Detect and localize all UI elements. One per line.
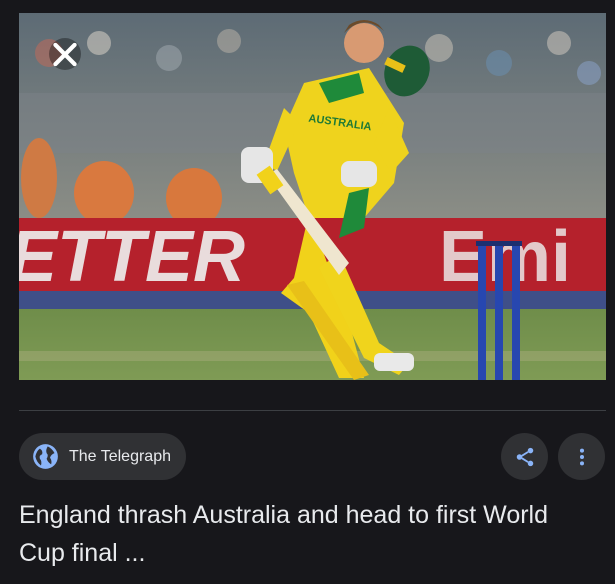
cricket-photo: ETTER Emi AUSTRALIA	[19, 13, 606, 380]
source-chip[interactable]: The Telegraph	[19, 433, 186, 480]
divider	[19, 410, 606, 411]
article-image[interactable]: ETTER Emi AUSTRALIA	[19, 13, 606, 380]
source-name: The Telegraph	[69, 447, 171, 465]
share-button[interactable]	[501, 433, 548, 480]
close-button[interactable]	[49, 38, 81, 70]
more-vert-icon	[579, 448, 584, 465]
more-options-button[interactable]	[558, 433, 605, 480]
globe-icon	[33, 444, 58, 469]
banner-text-right: Emi	[439, 217, 571, 297]
article-headline[interactable]: England thrash Australia and head to fir…	[19, 496, 599, 572]
close-icon	[53, 42, 77, 66]
share-icon	[516, 447, 533, 466]
